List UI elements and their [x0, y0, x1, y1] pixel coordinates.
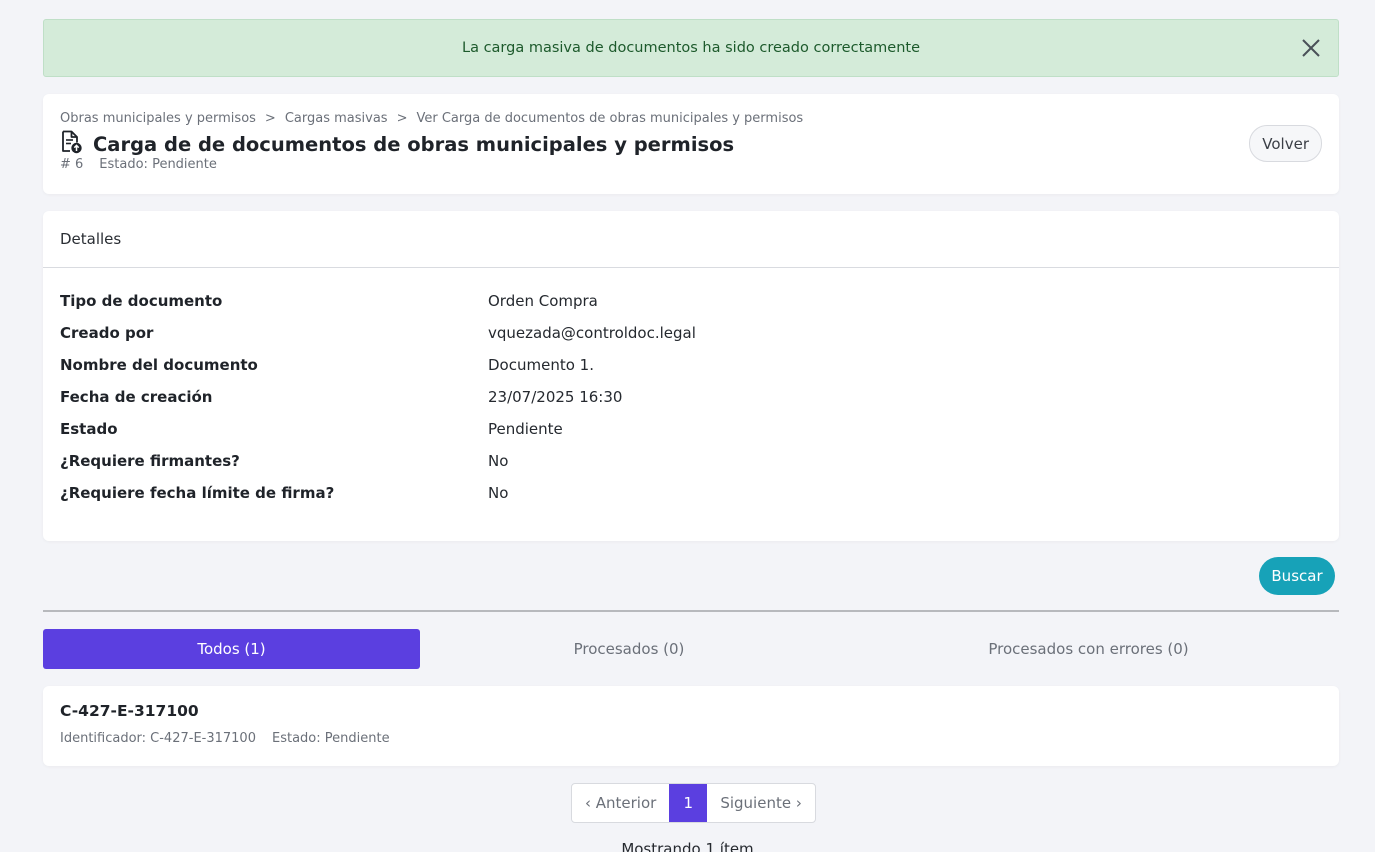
detail-row: ¿Requiere fecha límite de firma? No — [60, 477, 1322, 509]
detail-label: ¿Requiere firmantes? — [60, 452, 240, 470]
record-id: # 6 — [60, 157, 84, 172]
filter-tabs: Todos (1) Procesados (0) Procesados con … — [43, 629, 1339, 669]
detail-value: Documento 1. — [488, 356, 594, 374]
header-meta: # 6 Estado: Pendiente — [60, 157, 217, 172]
success-alert: La carga masiva de documentos ha sido cr… — [43, 19, 1339, 77]
page-number-button[interactable]: 1 — [669, 784, 708, 822]
detail-row: Nombre del documento Documento 1. — [60, 349, 1322, 381]
breadcrumb-item-current: Ver Carga de documentos de obras municip… — [416, 111, 804, 126]
detail-row: ¿Requiere firmantes? No — [60, 445, 1322, 477]
breadcrumb-separator: > — [264, 111, 276, 126]
page-header: Obras municipales y permisos > Cargas ma… — [43, 94, 1339, 194]
section-divider — [43, 610, 1339, 612]
detail-label: Nombre del documento — [60, 356, 258, 374]
breadcrumb: Obras municipales y permisos > Cargas ma… — [60, 111, 803, 126]
page-title: Carga de de documentos de obras municipa… — [93, 132, 735, 156]
close-icon[interactable] — [1300, 37, 1322, 59]
detail-label: Fecha de creación — [60, 388, 213, 406]
detail-value: No — [488, 452, 509, 470]
breadcrumb-separator: > — [396, 111, 408, 126]
next-page-button[interactable]: Siguiente › — [707, 784, 815, 822]
details-card: Detalles Tipo de documento Orden Compra … — [43, 211, 1339, 541]
details-heading: Detalles — [43, 211, 1339, 268]
detail-row: Tipo de documento Orden Compra — [60, 285, 1322, 317]
detail-label: Creado por — [60, 324, 154, 342]
search-button[interactable]: Buscar — [1259, 557, 1335, 595]
item-status: Estado: Pendiente — [271, 731, 390, 746]
detail-label: ¿Requiere fecha límite de firma? — [60, 484, 335, 502]
list-item[interactable]: C-427-E-317100 Identificador: C-427-E-31… — [43, 686, 1339, 766]
detail-label: Estado — [60, 420, 118, 438]
detail-row: Fecha de creación 23/07/2025 16:30 — [60, 381, 1322, 413]
pagination: ‹ Anterior 1 Siguiente › — [571, 783, 816, 823]
detail-label: Tipo de documento — [60, 292, 223, 310]
breadcrumb-item-obras[interactable]: Obras municipales y permisos — [60, 111, 256, 126]
detail-value: 23/07/2025 16:30 — [488, 388, 623, 406]
previous-page-button[interactable]: ‹ Anterior — [572, 784, 669, 822]
item-identifier: Identificador: C-427-E-317100 — [60, 731, 256, 746]
tab-procesados[interactable]: Procesados (0) — [420, 629, 838, 669]
item-title[interactable]: C-427-E-317100 — [60, 702, 199, 720]
alert-message: La carga masiva de documentos ha sido cr… — [462, 40, 920, 56]
detail-row: Estado Pendiente — [60, 413, 1322, 445]
detail-value: vquezada@controldoc.legal — [488, 324, 696, 342]
detail-value: Pendiente — [488, 420, 563, 438]
tab-procesados-con-errores[interactable]: Procesados con errores (0) — [838, 629, 1339, 669]
item-meta: Identificador: C-427-E-317100 Estado: Pe… — [60, 731, 390, 746]
detail-row: Creado por vquezada@controldoc.legal — [60, 317, 1322, 349]
results-count: Mostrando 1 ítem — [621, 840, 754, 852]
breadcrumb-item-cargas[interactable]: Cargas masivas — [285, 111, 388, 126]
detail-value: Orden Compra — [488, 292, 598, 310]
detail-value: No — [488, 484, 509, 502]
tab-todos[interactable]: Todos (1) — [43, 629, 420, 669]
back-button[interactable]: Volver — [1249, 125, 1322, 162]
document-upload-icon — [59, 130, 83, 158]
status-text: Estado: Pendiente — [99, 157, 217, 172]
